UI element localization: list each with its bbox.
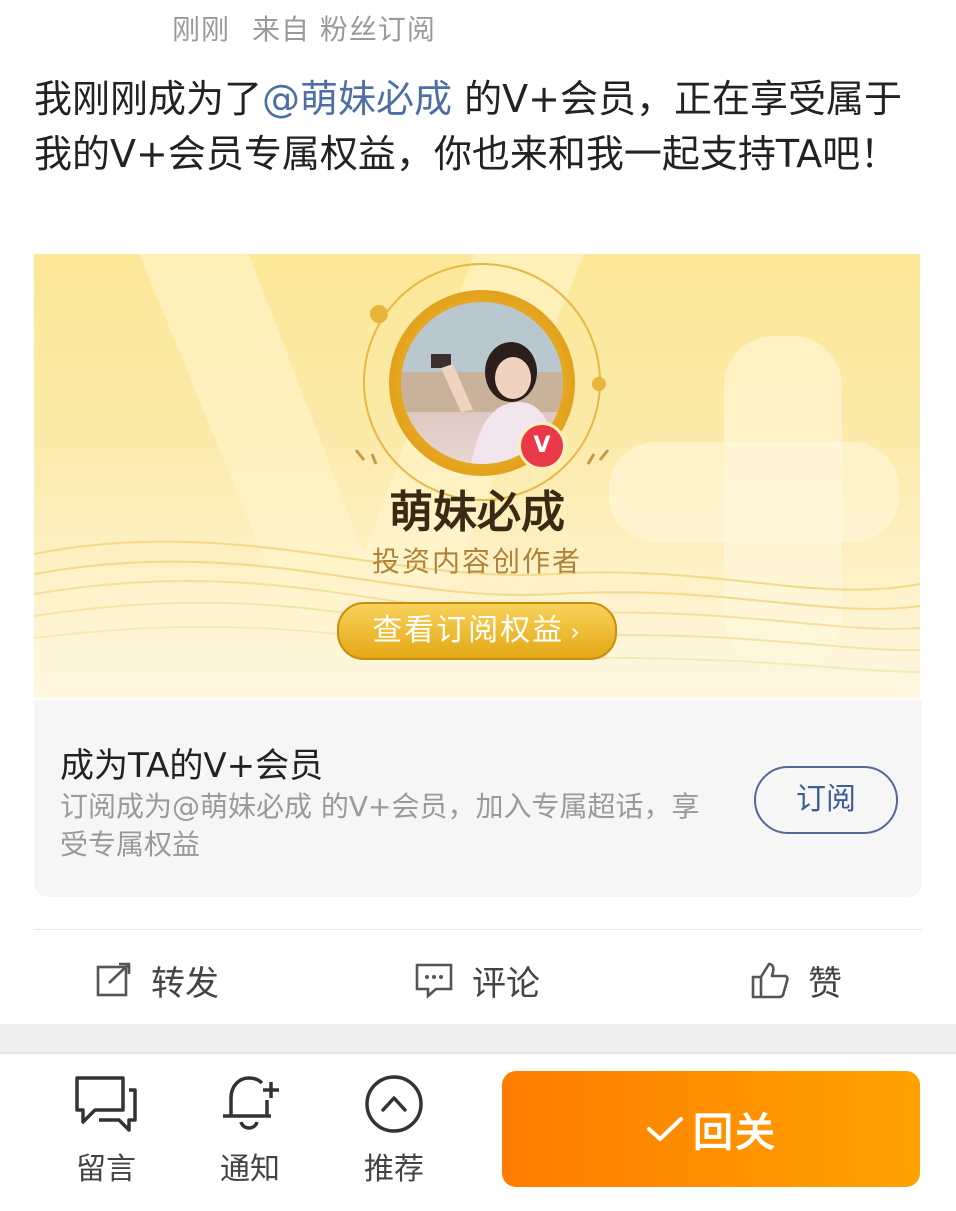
message-icon — [75, 1076, 137, 1132]
post-source: 来自 粉丝订阅 — [252, 13, 436, 46]
card-title: 成为TA的V+会员 — [60, 746, 324, 786]
comment-label: 评论 — [472, 963, 540, 1004]
notify-label: 通知 — [220, 1152, 280, 1187]
recommend-button[interactable]: 推荐 — [344, 1072, 444, 1188]
post-text: 我刚刚成为了@萌妹必成 的V+会员，正在享受属于我的V+会员专属权益，你也来和我… — [34, 72, 914, 182]
comment-icon — [415, 963, 453, 999]
message-button[interactable]: 留言 — [56, 1072, 156, 1188]
follow-back-button[interactable]: 回关 — [502, 1071, 920, 1187]
post-text-before: 我刚刚成为了 — [34, 77, 263, 121]
repost-button[interactable]: 转发 — [95, 950, 219, 1010]
comment-button[interactable]: 评论 — [414, 950, 540, 1010]
creator-name: 萌妹必成 — [389, 487, 565, 538]
divider — [34, 929, 922, 930]
like-label: 赞 — [808, 963, 842, 1004]
follow-back-label: 回关 — [693, 1110, 777, 1156]
check-icon — [647, 1117, 683, 1141]
mention-link[interactable]: @萌妹必成 — [262, 77, 452, 121]
view-benefits-button[interactable]: 查看订阅权益 › — [337, 602, 617, 660]
post-meta: 刚刚 来自 粉丝订阅 — [172, 8, 458, 48]
section-gap — [0, 1024, 956, 1052]
chevron-up-circle-icon — [365, 1075, 423, 1133]
chevron-right-icon: › — [570, 618, 582, 646]
bell-plus-icon — [223, 1076, 279, 1130]
bottom-bar-border — [0, 1052, 956, 1054]
repost-icon — [96, 962, 131, 997]
view-benefits-label: 查看订阅权益 — [372, 613, 565, 648]
repost-label: 转发 — [151, 963, 219, 1004]
message-label: 留言 — [76, 1152, 136, 1187]
subscription-card: 成为TA的V+会员 订阅成为@萌妹必成 的V+会员，加入专属超话，享受专属权益 … — [34, 700, 922, 897]
subscribe-button[interactable]: 订阅 — [754, 766, 898, 834]
vip-banner[interactable]: V 萌妹必成 投资内容创作者 查看订阅权益 › — [34, 254, 920, 698]
notify-button[interactable]: 通知 — [200, 1072, 300, 1188]
like-button[interactable]: 赞 — [750, 950, 842, 1010]
post-time: 刚刚 — [172, 13, 231, 46]
creator-role: 投资内容创作者 — [371, 545, 582, 578]
thumbs-up-icon — [751, 962, 789, 999]
card-description: 订阅成为@萌妹必成 的V+会员，加入专属超话，享受专属权益 — [60, 790, 700, 861]
vip-badge-icon: V — [518, 422, 566, 470]
recommend-label: 推荐 — [364, 1152, 424, 1187]
